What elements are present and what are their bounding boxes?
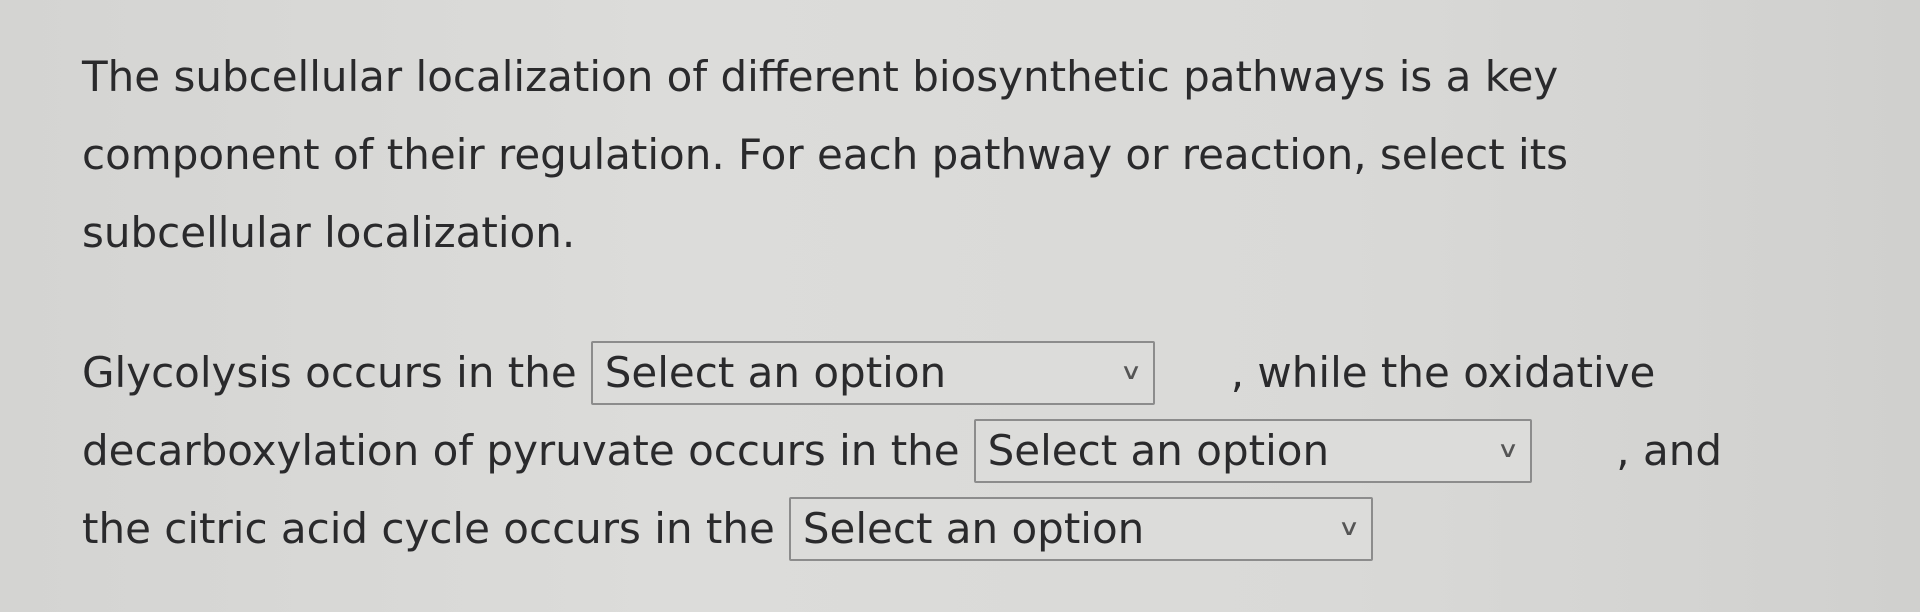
chevron-down-icon: ∨ <box>1496 438 1520 463</box>
select-value: Select an option <box>604 348 947 397</box>
select-value: Select an option <box>802 504 1145 553</box>
glycolysis-prompt: Glycolysis occurs in the <box>82 348 577 397</box>
pyruvate-decarboxylation-location-select[interactable]: Select an option ∨ <box>973 419 1533 483</box>
intro-line: subcellular localization. <box>82 208 576 257</box>
citric-acid-cycle-location-select[interactable]: Select an option ∨ <box>788 497 1373 561</box>
glycolysis-location-select[interactable]: Select an option ∨ <box>590 341 1155 405</box>
chevron-down-icon: ∨ <box>1119 360 1142 385</box>
intro-line: The subcellular localization of differen… <box>82 52 1559 101</box>
fill-line-glycolysis: Glycolysis occurs in the Select an optio… <box>82 334 1722 412</box>
glycolysis-continuation: , while the oxidative <box>1230 348 1656 397</box>
chevron-down-icon: ∨ <box>1337 516 1361 541</box>
pyruvate-prompt: decarboxylation of pyruvate occurs in th… <box>82 426 960 475</box>
question-text: The subcellular localization of differen… <box>82 38 1722 568</box>
intro-line: component of their regulation. For each … <box>82 130 1569 179</box>
pyruvate-continuation: , and <box>1616 426 1722 475</box>
fill-line-pyruvate: decarboxylation of pyruvate occurs in th… <box>82 412 1722 490</box>
select-value: Select an option <box>987 426 1330 475</box>
citric-acid-prompt: the citric acid cycle occurs in the <box>82 504 775 553</box>
fill-line-citric-acid: the citric acid cycle occurs in the Sele… <box>82 490 1722 568</box>
